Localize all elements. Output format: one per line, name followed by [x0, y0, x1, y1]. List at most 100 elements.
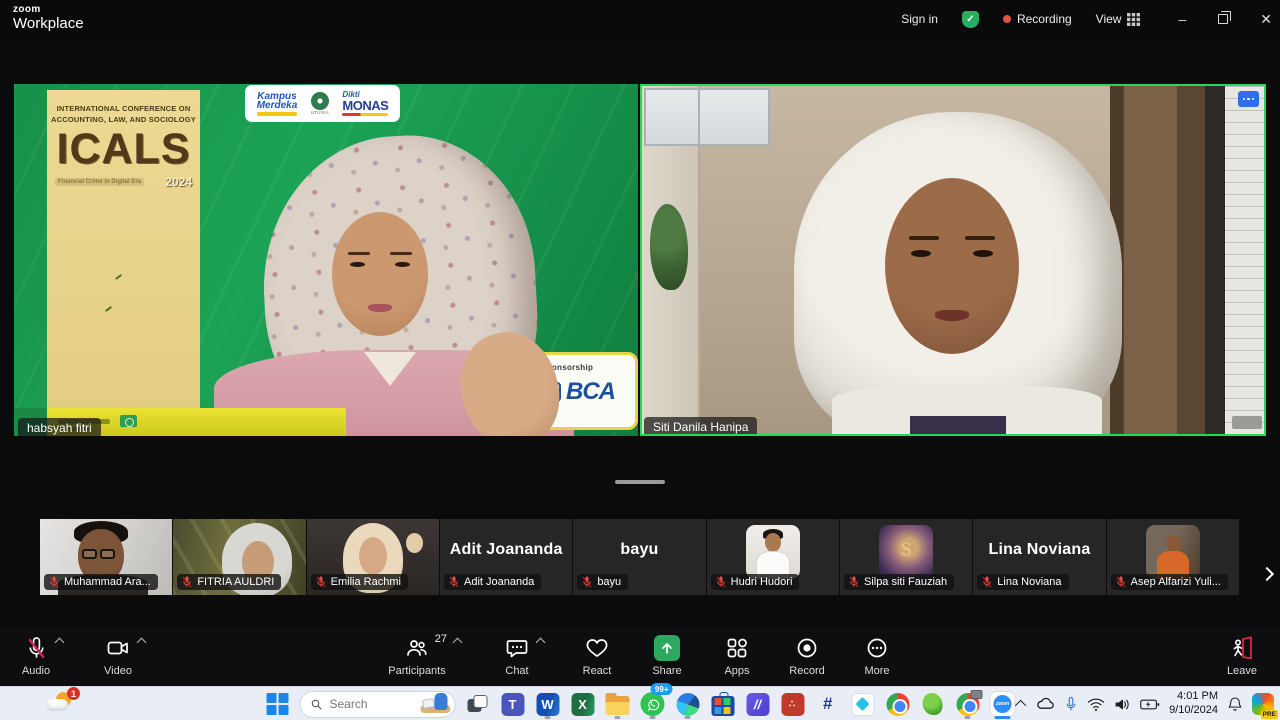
view-label: View — [1096, 12, 1122, 26]
participants-button[interactable]: 27 Participants — [381, 635, 453, 677]
more-button[interactable]: More — [855, 635, 899, 677]
copilot-preview-badge: PRE — [1261, 710, 1278, 719]
word-app-button[interactable]: W — [535, 689, 561, 719]
filmstrip-participant[interactable]: Muhammad Ara... — [40, 519, 172, 595]
notifications-bell-icon[interactable] — [1227, 696, 1243, 713]
participants-chevron-icon[interactable] — [453, 638, 463, 648]
speaker-icon[interactable] — [1114, 697, 1131, 712]
diamond-app-icon — [851, 693, 874, 716]
zoom-app-icon: zoom — [991, 692, 1015, 716]
edge-icon — [676, 693, 699, 716]
filmstrip-participant[interactable]: Adit Joananda Adit Joananda — [440, 519, 572, 595]
participant-avatar — [1146, 525, 1200, 579]
filmstrip-participant[interactable]: Hudri Hudori — [707, 519, 839, 595]
muted-mic-icon — [848, 576, 860, 588]
participant-shirt — [364, 352, 416, 386]
audio-options-chevron-icon[interactable] — [54, 638, 64, 648]
more-options-icon — [865, 636, 889, 660]
task-view-button[interactable] — [465, 689, 491, 719]
filmstrip-next-page-button[interactable] — [1256, 557, 1278, 591]
filmstrip-participant[interactable]: bayu bayu — [573, 519, 705, 595]
more-dot — [1247, 98, 1250, 101]
taskbar-clock[interactable]: 4:01 PM 9/10/2024 — [1169, 690, 1218, 718]
restore-window-button[interactable] — [1218, 14, 1228, 24]
view-button[interactable]: View — [1096, 12, 1141, 26]
filmstrip-participant[interactable]: Asep Alfarizi Yuli... — [1107, 519, 1239, 595]
zoom-app-button[interactable]: zoom — [990, 689, 1016, 719]
microsoft-store-button[interactable] — [710, 689, 736, 719]
participant-name: FITRIA AULDRI — [197, 576, 274, 588]
taskbar-weather-widget[interactable]: 1 — [46, 690, 76, 718]
hash-app-button[interactable]: # — [815, 689, 841, 719]
red-app-button[interactable]: ∴ — [780, 689, 806, 719]
microphone-in-use-icon[interactable] — [1064, 696, 1078, 713]
chrome-profile-button[interactable] — [955, 689, 981, 719]
filmstrip-participant[interactable]: Emilia Rachmi — [307, 519, 439, 595]
participant-name: Muhammad Ara... — [64, 576, 151, 588]
filmstrip-participant[interactable]: Lina Noviana Lina Noviana — [973, 519, 1105, 595]
audio-button[interactable]: Audio — [14, 635, 58, 677]
filmstrip-participant[interactable]: Silpa siti Fauziah — [840, 519, 972, 595]
teams-app-button[interactable]: T — [500, 689, 526, 719]
tile-more-options-button[interactable] — [1238, 91, 1259, 107]
stage-resize-handle[interactable] — [615, 480, 665, 484]
chevron-right-icon — [1260, 567, 1274, 581]
close-button[interactable]: ✕ — [1260, 11, 1272, 28]
onedrive-cloud-icon[interactable] — [1035, 696, 1055, 712]
participant-display-name: bayu — [573, 519, 705, 581]
share-screen-button[interactable]: Share — [645, 635, 689, 677]
tray-overflow-chevron-icon[interactable] — [1015, 700, 1026, 711]
background-shadow — [1205, 86, 1225, 434]
record-button[interactable]: Record — [785, 635, 829, 677]
recording-label: Recording — [1017, 12, 1072, 26]
face-detail — [390, 252, 412, 255]
participant-display-name: Lina Noviana — [973, 519, 1105, 581]
minimize-button[interactable]: – — [1178, 11, 1186, 27]
participants-filmstrip: Muhammad Ara... FITRIA AULDRI — [40, 519, 1239, 595]
edge-browser-button[interactable] — [675, 689, 701, 719]
leave-meeting-button[interactable]: Leave — [1220, 635, 1264, 677]
excel-app-button[interactable]: X — [570, 689, 596, 719]
file-explorer-button[interactable] — [605, 689, 631, 719]
filmstrip-participant[interactable]: FITRIA AULDRI — [173, 519, 305, 595]
zoom-workplace-logo: zoom Workplace — [13, 5, 84, 31]
video-tile-habsyah-fitri[interactable]: INTERNATIONAL CONFERENCE ON ACCOUNTING, … — [14, 84, 638, 436]
chat-chevron-icon[interactable] — [536, 638, 546, 648]
whatsapp-button[interactable]: 99+ — [640, 689, 666, 719]
leave-door-icon — [1229, 636, 1255, 660]
start-button[interactable] — [265, 689, 291, 719]
chrome-icon — [886, 693, 909, 716]
video-options-chevron-icon[interactable] — [137, 638, 147, 648]
dots-app-icon: ∴ — [781, 693, 804, 716]
conference-poster: INTERNATIONAL CONFERENCE ON ACCOUNTING, … — [47, 90, 200, 412]
video-camera-icon — [106, 636, 130, 660]
folder-icon — [606, 696, 630, 715]
teams-icon: T — [501, 693, 524, 716]
copilot-icon[interactable]: PRE — [1252, 693, 1274, 715]
background-window-frames — [644, 88, 770, 146]
chat-button[interactable]: Chat — [495, 635, 539, 677]
wifi-icon[interactable] — [1087, 697, 1105, 712]
apps-button[interactable]: Apps — [715, 635, 759, 677]
poster-title-line2: ACCOUNTING, LAW, AND SOCIOLOGY — [47, 114, 200, 125]
clock-time: 4:01 PM — [1169, 690, 1218, 704]
react-button[interactable]: React — [575, 635, 619, 677]
sign-in-button[interactable]: Sign in — [901, 12, 938, 26]
video-button[interactable]: Video — [96, 635, 140, 677]
camera-overlay-icon — [970, 690, 982, 699]
purple-app-button[interactable]: // — [745, 689, 771, 719]
search-input[interactable] — [330, 697, 414, 711]
video-tile-siti-danila-hanipa-active-speaker[interactable]: Siti Danila Hanipa — [640, 84, 1266, 436]
recording-indicator[interactable]: Recording — [1003, 12, 1072, 26]
green-app-button[interactable] — [920, 689, 946, 719]
taskbar-search-box[interactable] — [300, 691, 456, 718]
hash-app-icon: # — [823, 694, 832, 714]
more-dot — [1252, 98, 1255, 101]
chrome-browser-button[interactable] — [885, 689, 911, 719]
diamond-app-button[interactable] — [850, 689, 876, 719]
thumb-detail — [765, 533, 781, 552]
university-name: UTUSIA — [311, 111, 329, 116]
security-shield-icon[interactable]: ✓ — [962, 11, 979, 28]
video-stage: INTERNATIONAL CONFERENCE ON ACCOUNTING, … — [0, 38, 1280, 628]
battery-charging-icon[interactable] — [1140, 698, 1160, 711]
